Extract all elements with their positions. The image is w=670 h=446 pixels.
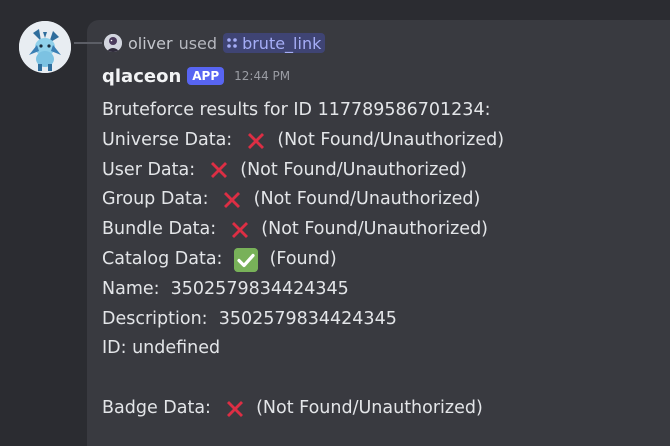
message-content: Bruteforce results for ID 11778958670123… [102, 96, 504, 424]
command-name: brute_link [242, 33, 322, 53]
catalog-data-label: Catalog Data: [102, 248, 229, 269]
check-mark-button-icon [234, 247, 259, 272]
cross-mark-icon [224, 192, 241, 209]
command-pill[interactable]: brute_link [223, 33, 326, 53]
cross-mark-icon [226, 400, 243, 417]
badge-data-label: Badge Data: [102, 397, 217, 418]
interaction-reference[interactable]: oliver used brute_link [104, 32, 326, 54]
message-header: qlaceon APP 12:44 PM [102, 63, 290, 89]
cross-mark-icon [231, 222, 248, 239]
interaction-username[interactable]: oliver [128, 34, 173, 53]
universe-data-label: Universe Data: [102, 129, 238, 150]
results-intro: Bruteforce results for ID 11778958670123… [102, 100, 491, 120]
interaction-used-label: used [178, 33, 218, 53]
badge-data-status: (Not Found/Unauthorized) [250, 397, 483, 418]
bundle-data-line: Bundle Data: (Not Found/Unauthorized) [102, 215, 504, 245]
chat-view: oliver used brute_link qlaceon APP 12:44… [0, 0, 670, 446]
universe-data-status: (Not Found/Unauthorized) [271, 129, 505, 150]
cross-mark-icon [247, 132, 264, 149]
user-data-label: User Data: [102, 159, 201, 180]
bundle-data-label: Bundle Data: [102, 219, 222, 240]
badge-data-line: Badge Data: (Not Found/Unauthorized) [102, 394, 504, 424]
message-timestamp[interactable]: 12:44 PM [234, 69, 290, 83]
author-name[interactable]: qlaceon [102, 66, 181, 87]
reply-connector [74, 42, 102, 44]
group-data-status: (Not Found/Unauthorized) [248, 189, 481, 210]
group-data-label: Group Data: [102, 189, 215, 210]
group-data-line: Group Data: (Not Found/Unauthorized) [102, 185, 504, 215]
user-data-status: (Not Found/Unauthorized) [234, 159, 467, 180]
description-line: Description: 3502579834424345 [102, 308, 397, 329]
catalog-data-status: (Found) [264, 248, 337, 269]
bot-avatar[interactable] [19, 21, 71, 73]
universe-data-line: Universe Data: (Not Found/Unauthorized) [102, 126, 504, 156]
slash-command-icon [227, 38, 237, 48]
oliver-avatar-icon [104, 34, 122, 52]
catalog-data-line: Catalog Data: (Found) [102, 245, 504, 275]
user-data-line: User Data: (Not Found/Unauthorized) [102, 156, 504, 186]
id-line: ID: undefined [102, 338, 221, 359]
app-badge: APP [187, 67, 225, 85]
glaceon-avatar-icon [19, 21, 71, 73]
bundle-data-status: (Not Found/Unauthorized) [255, 219, 489, 240]
cross-mark-icon [210, 162, 227, 179]
name-line: Name: 3502579834424345 [102, 278, 349, 299]
user-avatar[interactable] [104, 34, 122, 52]
